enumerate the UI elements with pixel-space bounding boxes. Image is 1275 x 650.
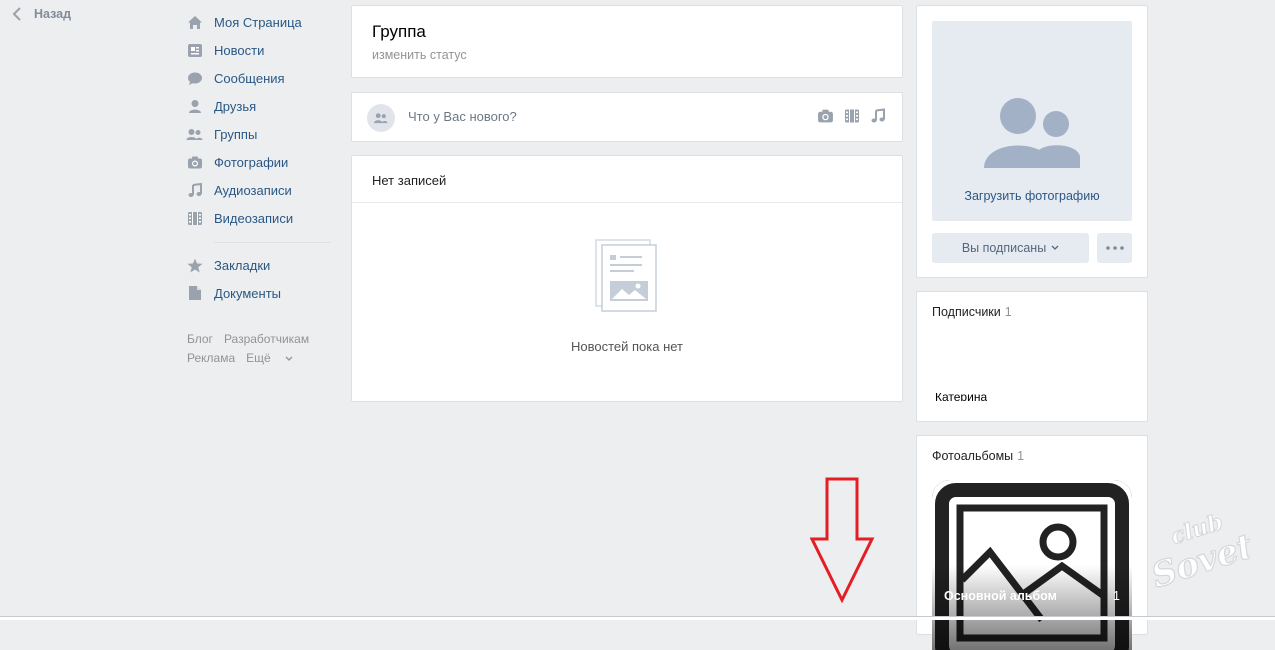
- chevron-down-icon: [1051, 245, 1059, 250]
- attach-icons: [817, 108, 886, 124]
- friends-icon: [186, 98, 203, 115]
- upload-photo-label: Загрузить фотографию: [964, 189, 1100, 203]
- image-placeholder-icon: [932, 480, 1132, 650]
- nav-label: Документы: [214, 285, 282, 301]
- chevron-left-icon: [12, 7, 21, 21]
- subscribed-button[interactable]: Вы подписаны: [932, 233, 1089, 263]
- nav-item-messages[interactable]: Сообщения: [186, 64, 331, 92]
- news-icon: [186, 42, 203, 59]
- nav-item-bookmarks[interactable]: Закладки: [186, 251, 331, 279]
- subscribed-label: Вы подписаны: [961, 241, 1047, 255]
- subscribers-card: Подписчики 1 Катерина: [916, 291, 1148, 422]
- music-icon: [186, 182, 203, 199]
- subscribers-title[interactable]: Подписчики 1: [932, 305, 1012, 319]
- wall-card: Нет записей Новостей пока нет: [351, 155, 903, 402]
- nav-item-video[interactable]: Видеозаписи: [186, 204, 331, 232]
- album-photo-count: 1: [1113, 589, 1120, 603]
- nav-label: Закладки: [214, 257, 271, 273]
- document-icon: [186, 285, 203, 302]
- nav-label: Новости: [214, 42, 265, 58]
- music-icon[interactable]: [870, 108, 886, 124]
- albums-title[interactable]: Фотоальбомы 1: [932, 449, 1024, 463]
- group-photo-card: Загрузить фотографию Вы подписаны: [916, 5, 1148, 278]
- down-arrow-icon: [810, 477, 875, 603]
- nav-divider: [214, 242, 331, 243]
- nav-label: Друзья: [214, 98, 257, 114]
- avatar: [367, 104, 395, 132]
- nav-item-documents[interactable]: Документы: [186, 279, 331, 307]
- subscribers-count: 1: [1004, 305, 1012, 319]
- page-title: Группа: [372, 22, 426, 41]
- bottom-scroll-edge: [0, 616, 1275, 620]
- group-header-card: Группа изменить статус: [351, 5, 903, 78]
- empty-feed-text: Новостей пока нет: [570, 339, 684, 354]
- more-actions-button[interactable]: [1097, 233, 1132, 263]
- nav-item-friends[interactable]: Друзья: [186, 92, 331, 120]
- subscriber-name[interactable]: Катерина: [935, 393, 987, 401]
- nav-item-news[interactable]: Новости: [186, 36, 331, 64]
- developers-link[interactable]: Разработчикам: [224, 332, 309, 346]
- wall-divider: [352, 202, 902, 203]
- post-composer: Что у Вас нового?: [351, 92, 903, 142]
- empty-feed-icon: [595, 239, 657, 312]
- more-label: Ещё: [246, 351, 271, 365]
- messages-icon: [186, 70, 203, 87]
- albums-count: 1: [1017, 449, 1025, 463]
- subscribers-title-label: Подписчики: [932, 305, 1001, 319]
- albums-title-label: Фотоальбомы: [932, 449, 1014, 463]
- upload-photo-area[interactable]: Загрузить фотографию: [932, 21, 1132, 221]
- camera-icon: [186, 154, 203, 171]
- groups-icon: [186, 126, 203, 143]
- more-link[interactable]: Ещё: [246, 351, 293, 365]
- nav-item-photos[interactable]: Фотографии: [186, 148, 331, 176]
- users-placeholder-icon: [984, 98, 1080, 168]
- nav-item-my-page[interactable]: Моя Страница: [186, 8, 331, 36]
- camera-icon[interactable]: [817, 108, 834, 124]
- nav-label: Аудиозаписи: [214, 182, 292, 198]
- film-icon[interactable]: [844, 108, 860, 124]
- chevron-down-icon: [285, 356, 293, 361]
- watermark-logo: club Sovet: [1146, 508, 1250, 588]
- photo-albums-card: Фотоальбомы 1 Основной альбом 1: [916, 435, 1148, 650]
- back-label: Назад: [34, 7, 72, 21]
- footer-links: Блог Разработчикам Реклама Ещё: [187, 330, 337, 368]
- nav-label: Моя Страница: [214, 14, 302, 30]
- blog-link[interactable]: Блог: [187, 332, 213, 346]
- nav-label: Группы: [214, 126, 258, 142]
- more-dots-icon: [1105, 246, 1124, 250]
- home-icon: [186, 14, 203, 31]
- star-icon: [186, 257, 203, 274]
- nav-item-groups[interactable]: Группы: [186, 120, 331, 148]
- wall-header: Нет записей: [372, 173, 447, 188]
- nav-label: Фотографии: [214, 154, 289, 170]
- album-thumbnail[interactable]: Основной альбом 1: [932, 480, 1132, 650]
- change-status-link[interactable]: изменить статус: [372, 48, 467, 62]
- album-name: Основной альбом: [944, 589, 1057, 603]
- film-icon: [186, 210, 203, 227]
- groups-icon: [374, 113, 388, 124]
- ads-link[interactable]: Реклама: [187, 351, 235, 365]
- nav-label: Видеозаписи: [214, 210, 294, 226]
- back-link[interactable]: Назад: [12, 7, 71, 21]
- nav-item-audio[interactable]: Аудиозаписи: [186, 176, 331, 204]
- post-input[interactable]: Что у Вас нового?: [408, 109, 517, 124]
- nav-label: Сообщения: [214, 70, 285, 86]
- left-nav: Моя Страница Новости Сообщения Друзья Гр…: [186, 8, 331, 307]
